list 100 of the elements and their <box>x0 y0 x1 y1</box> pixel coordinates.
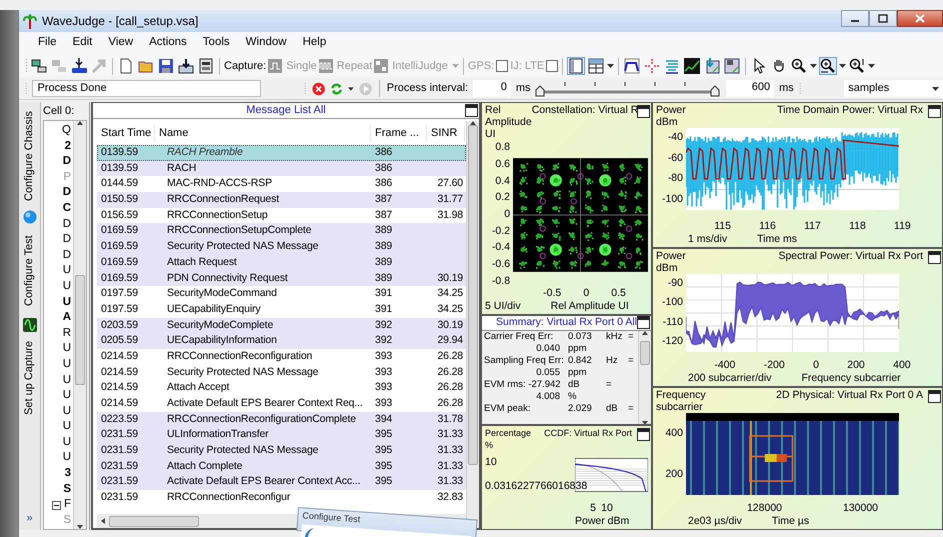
restore-button[interactable] <box>465 104 478 117</box>
restore-button[interactable] <box>928 390 941 403</box>
message-row[interactable]: 0231.59 Security Protected NAS Message 395 31.33 <box>97 443 466 459</box>
message-row[interactable]: 0156.59 RRCConnectionSetup 387 31.98 <box>97 208 466 224</box>
tree-item[interactable]: C <box>62 200 71 217</box>
message-row[interactable]: 0144.59 MAC-RND-ACCS-RSP 386 27.60 <box>97 176 466 192</box>
usb-icon[interactable] <box>71 58 87 74</box>
refresh-icon[interactable] <box>330 80 343 96</box>
caret-icon[interactable] <box>839 64 846 68</box>
network-device-icon[interactable] <box>31 58 47 74</box>
globe-icon[interactable] <box>22 210 36 224</box>
toolbar-grip[interactable] <box>798 80 802 96</box>
zoom-icon[interactable] <box>791 58 808 74</box>
menu-item[interactable]: Window <box>238 33 294 53</box>
scroll-left-arrow[interactable] <box>101 518 105 524</box>
message-row[interactable]: 0169.59 Security Protected NAS Message 389 <box>97 239 466 255</box>
start-field[interactable]: 0 <box>473 80 511 97</box>
message-row[interactable]: 0203.59 SecurityModeComplete 392 30.19 <box>97 318 466 334</box>
collapse-icon[interactable] <box>52 500 61 510</box>
column-header[interactable]: Start Time <box>97 124 155 142</box>
menu-item[interactable]: Help <box>296 33 334 53</box>
column-header[interactable]: Frame ... <box>371 124 427 142</box>
message-row[interactable]: 0205.59 UECapabilityInformation 392 29.94 <box>97 333 466 349</box>
caret-icon[interactable] <box>348 86 354 90</box>
checkbox[interactable] <box>496 60 508 72</box>
tree-item[interactable]: U <box>62 450 71 466</box>
toolbar-grip[interactable] <box>304 80 307 96</box>
tree-item[interactable]: U <box>62 372 71 388</box>
side-tab[interactable]: Configure Test <box>21 230 38 312</box>
end-field[interactable]: 600 <box>726 80 774 97</box>
scrollbar-thumb[interactable] <box>468 125 478 465</box>
scroll-up-arrow[interactable] <box>642 331 648 335</box>
expand-button[interactable]: » <box>26 510 33 526</box>
film-icon[interactable] <box>198 58 214 74</box>
message-row[interactable]: 0214.59 Activate Default EPS Bearer Context Req... 393 26.28 <box>97 396 466 412</box>
menu-item[interactable]: File <box>31 33 64 53</box>
toolbar-grip[interactable] <box>25 58 28 74</box>
message-row[interactable]: 0169.59 PDN Connectivity Request 389 30.19 <box>97 270 466 286</box>
message-row[interactable]: 0169.59 RRCConnectionSetupComplete 389 <box>97 223 466 240</box>
units-dropdown[interactable]: samples <box>844 80 943 97</box>
interval-slider[interactable] <box>535 80 722 98</box>
tree-item[interactable]: U <box>62 388 71 404</box>
message-row[interactable]: 0150.59 RRCConnectionRequest 387 31.77 <box>97 192 466 208</box>
zoom-horizontal-icon[interactable] <box>820 58 836 74</box>
download-icon[interactable] <box>178 58 194 74</box>
chart-save-icon[interactable] <box>724 58 740 74</box>
tree-item[interactable]: F <box>64 497 71 513</box>
restore-button[interactable] <box>928 105 941 118</box>
message-row[interactable]: 0139.59 RACH Preamble 386 <box>97 145 466 161</box>
restore-button[interactable] <box>637 105 650 118</box>
restore-button[interactable] <box>637 428 650 441</box>
message-row[interactable]: 0214.59 Security Protected NAS Message 393 26.28 <box>97 364 466 380</box>
message-row[interactable]: 0231.59 ULInformationTransfer 395 31.33 <box>97 427 466 444</box>
checkbox[interactable] <box>546 60 558 72</box>
tree-item[interactable]: U <box>62 434 71 450</box>
side-tab[interactable]: Set up Capture <box>21 338 38 418</box>
slider-thumb[interactable] <box>536 84 545 96</box>
restore-button[interactable] <box>637 316 650 329</box>
message-row[interactable]: 0214.59 RRCConnectionReconfiguration 393 26.28 <box>97 348 466 365</box>
message-row[interactable]: 0231.59 Activate Default EPS Bearer Context Acc... 395 31.33 <box>97 474 466 490</box>
lines-icon[interactable] <box>664 58 680 74</box>
scrollbar-thumb[interactable] <box>109 516 199 526</box>
tree-item[interactable]: Q <box>62 123 71 139</box>
zoom-vertical-icon[interactable] <box>849 58 866 74</box>
crosshair-icon[interactable] <box>644 58 660 74</box>
scroll-down-arrow[interactable] <box>77 525 83 529</box>
tree-item[interactable]: 3 <box>64 466 71 482</box>
save-icon[interactable] <box>158 58 174 74</box>
message-row[interactable]: 0223.59 RRCConnectionReconfigurationComplete 394 31.78 <box>97 412 466 428</box>
tree-item[interactable]: D <box>62 216 71 232</box>
message-row[interactable]: 0197.59 UECapabilityEnquiry 391 34.25 <box>97 302 466 318</box>
tree-item[interactable]: R <box>62 326 71 342</box>
grid-layout-icon[interactable] <box>588 58 604 74</box>
caret-icon[interactable] <box>607 64 614 68</box>
tree-item[interactable]: 2 <box>64 138 71 154</box>
stop-icon[interactable] <box>312 80 325 96</box>
waveform-icon[interactable] <box>22 318 36 332</box>
spectrum-icon[interactable] <box>624 58 640 74</box>
tree-item[interactable]: D <box>62 185 71 201</box>
tree-item[interactable]: D <box>62 232 71 248</box>
column-header[interactable]: SINR <box>427 124 465 142</box>
scrollbar-thumb[interactable] <box>640 341 650 365</box>
menu-item[interactable]: View <box>101 33 140 53</box>
maximize-button[interactable] <box>869 10 897 27</box>
caret-icon[interactable] <box>810 64 818 68</box>
slider-thumb[interactable] <box>710 84 720 96</box>
scrollbar-thumb[interactable] <box>75 275 85 385</box>
message-row[interactable]: 0231.59 RRCConnectionReconfigur 32.83 <box>97 490 466 506</box>
tree-item[interactable]: U <box>62 278 71 295</box>
message-row[interactable]: 0139.59 RACH 386 <box>97 160 466 176</box>
restore-button[interactable] <box>928 251 941 264</box>
minimize-button[interactable] <box>841 10 869 27</box>
menu-item[interactable]: Tools <box>196 33 237 53</box>
single-pane-layout-icon[interactable] <box>568 58 584 74</box>
message-row[interactable]: 0214.59 Attach Accept 393 26.28 <box>97 380 466 396</box>
tree-item[interactable]: U <box>62 404 71 420</box>
new-file-icon[interactable] <box>118 58 134 74</box>
scroll-up-arrow[interactable] <box>77 121 83 125</box>
tree-item[interactable]: U <box>62 294 71 310</box>
tree-item[interactable]: D <box>62 248 71 264</box>
